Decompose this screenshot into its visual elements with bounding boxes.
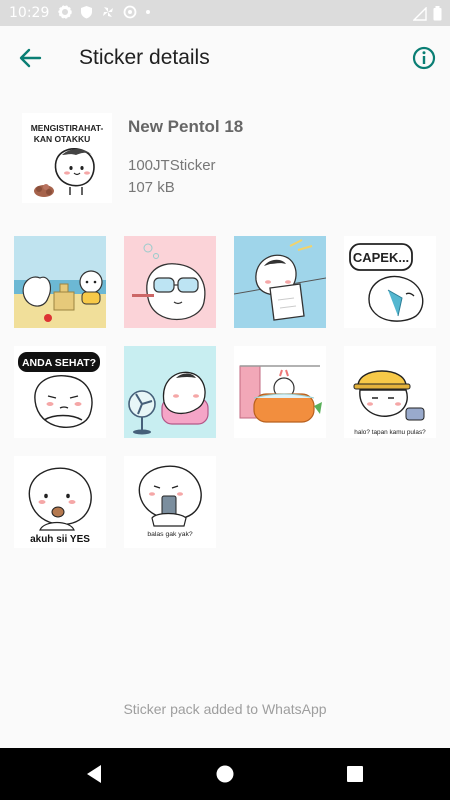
fan-icon (103, 7, 113, 17)
status-notification-icons (58, 5, 151, 19)
status-time: 10:29 (9, 5, 50, 21)
sticker-caption: ANDA SEHAT? (22, 357, 96, 369)
sticker-caption: akuh sii YES (30, 534, 90, 545)
sticker-hardhat-phone[interactable]: halo? tapan kamu pulas? (344, 346, 436, 438)
recents-square-icon (347, 766, 363, 782)
system-nav-bar (0, 748, 450, 800)
wifi-icon (413, 6, 427, 21)
back-button[interactable] (14, 44, 46, 72)
sticker-laundry-line[interactable] (234, 236, 326, 328)
sticker-eating[interactable]: akuh sii YES (14, 456, 106, 548)
sticker-caption: CAPEK... (353, 250, 409, 265)
battery-icon (433, 6, 442, 21)
sticker-caption: halo? tapan kamu pulas? (354, 429, 426, 436)
pack-size: 107 kB (128, 179, 175, 196)
page-title: Sticker details (79, 46, 210, 69)
nav-recents-button[interactable] (343, 763, 367, 785)
pack-name: New Pentol 18 (128, 117, 244, 136)
dot-icon (146, 10, 150, 14)
info-button[interactable] (410, 44, 438, 72)
info-icon (412, 46, 436, 70)
svg-text:MENGISTIRAHAT-: MENGISTIRAHAT- (31, 123, 104, 133)
sticker-arms-crossed[interactable]: ANDA SEHAT? (14, 346, 106, 438)
svg-text:KAN OTAKKU: KAN OTAKKU (34, 134, 91, 144)
sticker-fan-armchair[interactable] (124, 346, 216, 438)
data-saver-icon (123, 5, 137, 19)
back-triangle-icon (87, 765, 101, 783)
home-circle-icon (216, 765, 234, 783)
status-system-icons (413, 6, 442, 21)
sticker-caption: balas gak yak? (147, 531, 193, 538)
arrow-back-icon (19, 48, 42, 68)
nav-back-button[interactable] (83, 763, 107, 785)
app-bar: Sticker details (0, 26, 450, 90)
added-status-message: Sticker pack added to WhatsApp (123, 701, 327, 717)
sticker-tired-crying[interactable]: CAPEK... (344, 236, 436, 328)
shield-icon (81, 6, 92, 19)
tray-sticker-image: MENGISTIRAHAT- KAN OTAKKU (22, 113, 112, 203)
pack-publisher: 100JTSticker (128, 157, 216, 174)
sticker-beach-sandcastle[interactable] (14, 236, 106, 328)
sticker-swim-goggles[interactable] (124, 236, 216, 328)
sticker-bathtub[interactable] (234, 346, 326, 438)
tray-icon: MENGISTIRAHAT- KAN OTAKKU (22, 113, 112, 203)
nav-home-button[interactable] (213, 763, 237, 785)
sticker-phone-call[interactable]: balas gak yak? (124, 456, 216, 548)
gear-icon (58, 5, 72, 19)
status-bar: 10:29 (0, 0, 450, 26)
sticker-pack-header: MENGISTIRAHAT- KAN OTAKKU New Pentol 18 … (0, 110, 450, 206)
